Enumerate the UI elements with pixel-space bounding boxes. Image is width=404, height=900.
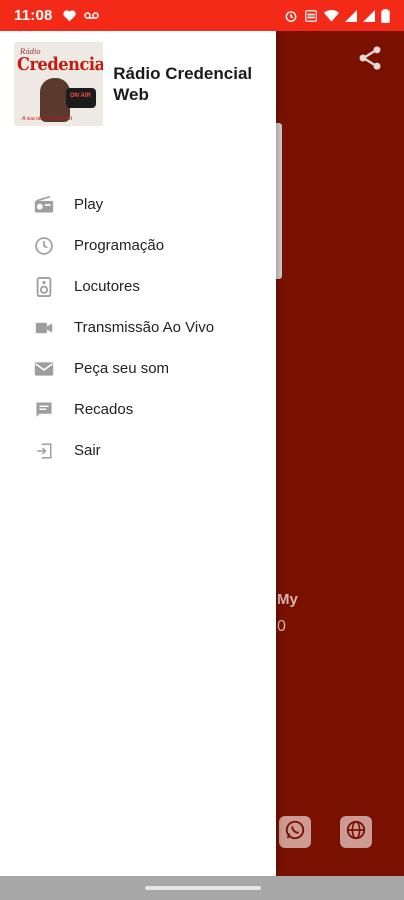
status-right-icons	[284, 8, 390, 23]
voicemail-icon	[83, 10, 99, 21]
player-card	[276, 123, 282, 279]
video-camera-icon	[34, 318, 54, 338]
heart-icon	[62, 9, 76, 22]
system-navigation-bar	[0, 876, 404, 900]
whatsapp-button[interactable]	[279, 816, 311, 848]
now-playing-value: 0	[277, 618, 286, 635]
now-playing-title: My	[277, 591, 298, 608]
alarm-icon	[284, 9, 298, 23]
app-logo: Rádio Credencial ON AIR A sua rádio na i…	[14, 41, 104, 126]
volte-icon	[304, 9, 318, 23]
exit-icon	[34, 441, 54, 461]
message-icon	[34, 400, 54, 420]
status-time: 11:08	[14, 7, 53, 24]
menu-item-recados[interactable]: Recados	[0, 389, 276, 430]
globe-icon	[345, 819, 367, 846]
menu-item-sair[interactable]: Sair	[0, 430, 276, 471]
status-bar: 11:08	[0, 0, 404, 31]
share-icon[interactable]	[356, 44, 384, 72]
navigation-drawer: Rádio Credencial ON AIR A sua rádio na i…	[0, 31, 276, 876]
speaker-icon	[34, 276, 54, 297]
menu-item-programacao[interactable]: Programação	[0, 225, 276, 266]
signal-icon	[363, 9, 375, 22]
menu-item-transmissao-ao-vivo[interactable]: Transmissão Ao Vivo	[0, 307, 276, 348]
signal-icon	[345, 9, 357, 22]
whatsapp-icon	[284, 819, 306, 846]
website-button[interactable]	[340, 816, 372, 848]
battery-icon	[381, 8, 390, 23]
wifi-icon	[324, 9, 339, 22]
mail-icon	[34, 359, 54, 379]
menu-item-locutores[interactable]: Locutores	[0, 266, 276, 307]
radio-icon	[34, 195, 54, 215]
menu-item-peca-seu-som[interactable]: Peça seu som	[0, 348, 276, 389]
menu-item-play[interactable]: Play	[0, 184, 276, 225]
drawer-menu: Play Programação Locutores Transmissão A…	[0, 184, 276, 471]
status-left-icons	[62, 9, 99, 22]
clock-icon	[34, 236, 54, 256]
app-title: Rádio Credencial Web	[113, 63, 253, 104]
drawer-header: Rádio Credencial ON AIR A sua rádio na i…	[0, 31, 276, 136]
home-gesture-handle[interactable]	[145, 886, 261, 890]
